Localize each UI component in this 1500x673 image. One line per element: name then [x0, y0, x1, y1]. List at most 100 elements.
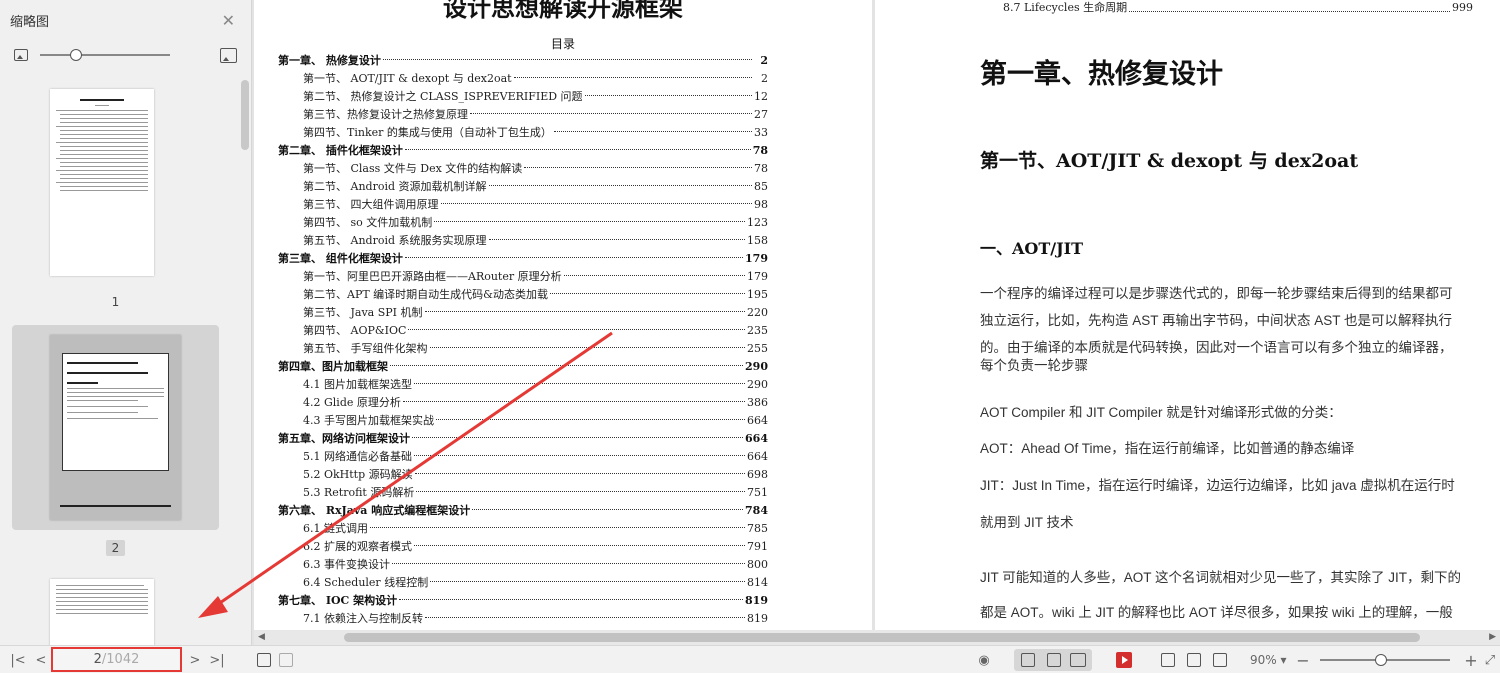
thumbnail-page: [50, 335, 181, 520]
toc-section-row[interactable]: 第三节、热修复设计之热修复原理 27: [278, 106, 768, 124]
single-page-icon[interactable]: [1042, 646, 1066, 673]
zoom-slider-knob[interactable]: [1375, 654, 1387, 666]
toc-section-row[interactable]: 7.1 依赖注入与控制反转 819: [278, 610, 768, 628]
toc-section-row[interactable]: 6.1 链式调用 785: [278, 520, 768, 538]
actual-size-shape: [1161, 653, 1175, 667]
thumb-line: [67, 392, 164, 393]
toc-section-row[interactable]: 4.1 图片加载框架选型 290: [278, 376, 768, 394]
horizontal-scrollbar[interactable]: ◀ ▶: [254, 630, 1500, 645]
toc-entry[interactable]: 8.7 Lifecycles 生命周期 999: [1003, 0, 1473, 16]
toc-section-row[interactable]: 第二节、APT 编译时期自动生成代码&动态类加载 195: [278, 286, 768, 304]
thumbnail-label: 1: [111, 295, 120, 309]
forward-icon[interactable]: [276, 646, 296, 673]
toc-row-label: 第三章、 组件化框架设计: [278, 252, 403, 265]
toc-leader-dots: [412, 437, 744, 438]
zoom-in-icon[interactable]: +: [1462, 646, 1480, 673]
toc-section-row[interactable]: 第四节、 AOP&IOC 235: [278, 322, 768, 340]
paragraph-line: 都是 AOT。wiki 上 JIT 的解释也比 AOT 详尽很多，如果按 wik…: [980, 605, 1453, 620]
thumbnail-zoom-control: [0, 40, 251, 70]
toc-section-row[interactable]: 5.1 网络通信必备基础 664: [278, 448, 768, 466]
fit-page-icon[interactable]: [1182, 646, 1206, 673]
toc-row-page: 819: [745, 594, 768, 607]
toc-chapter-row[interactable]: 第五章、网络访问框架设计 664: [278, 430, 768, 448]
thumb-line: [60, 122, 148, 123]
toc-chapter-row[interactable]: 第三章、 组件化框架设计 179: [278, 250, 768, 268]
next-page-icon[interactable]: >: [186, 646, 204, 673]
toc-chapter-row[interactable]: 第六章、 RxJava 响应式编程框架设计 784: [278, 502, 768, 520]
paragraph-line: 的。由于编译的本质就是代码转换，因此对一个语言可以有多个独立的编译器，: [980, 340, 1453, 355]
toc-row-page: 98: [754, 198, 768, 211]
toc-chapter-row[interactable]: 第一章、 热修复设计 2: [278, 52, 768, 70]
toc-row-label: 第一节、 Class 文件与 Dex 文件的结构解读: [303, 162, 523, 175]
zoom-slider[interactable]: [1320, 654, 1450, 666]
thumb-line: [67, 400, 138, 401]
thumb-line: [56, 593, 148, 594]
toc-section-row[interactable]: 第二节、 Android 资源加载机制详解 85: [278, 178, 768, 196]
toc-section-row[interactable]: 5.2 OkHttp 源码解读 698: [278, 466, 768, 484]
large-image-icon[interactable]: [220, 47, 237, 63]
toc-section-row[interactable]: 第一节、阿里巴巴开源路由框——ARouter 原理分析 179: [278, 268, 768, 286]
back-icon[interactable]: [254, 646, 274, 673]
first-page-icon[interactable]: |<: [8, 646, 28, 673]
back-icon-shape: [257, 653, 271, 667]
toc-chapter-row[interactable]: 第二章、 插件化框架设计 78: [278, 142, 768, 160]
thumbnail-size-slider[interactable]: [40, 49, 170, 61]
zoom-level: 90%: [1250, 653, 1277, 667]
toc-chapter-row[interactable]: 第七章、 IOC 架构设计 819: [278, 592, 768, 610]
toc-section-row[interactable]: 6.4 Scheduler 线程控制 814: [278, 574, 768, 592]
thumb-line: [60, 138, 148, 139]
eye-icon[interactable]: ◉: [972, 646, 996, 673]
table-of-contents: 第一章、 热修复设计 2 第一节、 AOT/JIT & dexopt 与 dex2o…: [278, 52, 768, 628]
toc-leader-dots: [414, 455, 745, 456]
thumb-line: [60, 166, 148, 167]
toc-section-row[interactable]: 第二节、 热修复设计之 CLASS_ISPREVERIFIED 问题 12: [278, 88, 768, 106]
thumb-line: [67, 418, 158, 419]
two-page-icon[interactable]: [1066, 646, 1090, 673]
small-image-icon[interactable]: [14, 49, 28, 61]
toc-section-row[interactable]: 第五节、 手写组件化架构 255: [278, 340, 768, 358]
thumb-line: [67, 412, 138, 413]
page-number-input[interactable]: 2/1042: [51, 647, 182, 672]
actual-size-icon[interactable]: [1156, 646, 1180, 673]
thumbnail-1[interactable]: [12, 80, 219, 285]
toc-leader-dots: [404, 257, 744, 258]
scroll-left-arrow-icon[interactable]: ◀: [258, 632, 265, 642]
toc-section-row[interactable]: 第三节、 Java SPI 机制 220: [278, 304, 768, 322]
toc-section-row[interactable]: 6.3 事件变换设计 800: [278, 556, 768, 574]
toc-row-page: 179: [747, 270, 768, 283]
play-icon[interactable]: [1112, 646, 1136, 673]
toc-leader-dots: [549, 293, 745, 294]
close-icon[interactable]: ✕: [222, 11, 235, 30]
continuous-view-icon[interactable]: [1016, 646, 1040, 673]
thumbnail-3[interactable]: [12, 570, 219, 645]
toc-leader-dots: [370, 527, 745, 528]
slider-knob[interactable]: [70, 49, 82, 61]
fullscreen-icon[interactable]: ⤢: [1482, 646, 1498, 673]
toc-section-row[interactable]: 第三节、 四大组件调用原理 98: [278, 196, 768, 214]
toc-section-row[interactable]: 第四节、Tinker 的集成与使用（自动补丁包生成） 33: [278, 124, 768, 142]
thumbnail-viewport: [62, 353, 169, 471]
toc-section-row[interactable]: 5.3 Retrofit 源码解析 751: [278, 484, 768, 502]
thumb-line: [67, 372, 148, 374]
toc-section-row[interactable]: 第四节、 so 文件加载机制 123: [278, 214, 768, 232]
fit-width-icon[interactable]: [1208, 646, 1232, 673]
thumbnail-2[interactable]: [12, 325, 219, 530]
toc-row-page: 814: [747, 576, 768, 589]
sidebar-header: 缩略图 ✕: [0, 0, 251, 40]
scrollbar-thumb[interactable]: [344, 633, 1420, 642]
scroll-right-arrow-icon[interactable]: ▶: [1489, 632, 1496, 642]
toc-section-row[interactable]: 第一节、 AOT/JIT & dexopt 与 dex2oat 2: [278, 70, 768, 88]
toc-section-row[interactable]: 第一节、 Class 文件与 Dex 文件的结构解读 78: [278, 160, 768, 178]
zoom-out-icon[interactable]: −: [1294, 646, 1312, 673]
toc-chapter-row[interactable]: 第四章、图片加载框架 290: [278, 358, 768, 376]
toc-section-row[interactable]: 4.3 手写图片加载框架实战 664: [278, 412, 768, 430]
toc-section-row[interactable]: 4.2 Glide 原理分析 386: [278, 394, 768, 412]
prev-page-icon[interactable]: <: [32, 646, 50, 673]
zoom-level-dropdown[interactable]: 90% ▾: [1250, 646, 1287, 673]
toc-section-row[interactable]: 6.2 扩展的观察者模式 791: [278, 538, 768, 556]
sidebar-scrollbar[interactable]: [241, 80, 249, 150]
toc-row-label: 第一节、阿里巴巴开源路由框——ARouter 原理分析: [303, 270, 562, 283]
toc-section-row[interactable]: 第五节、 Android 系统服务实现原理 158: [278, 232, 768, 250]
toc-row-page: 12: [754, 90, 768, 103]
last-page-icon[interactable]: >|: [206, 646, 228, 673]
